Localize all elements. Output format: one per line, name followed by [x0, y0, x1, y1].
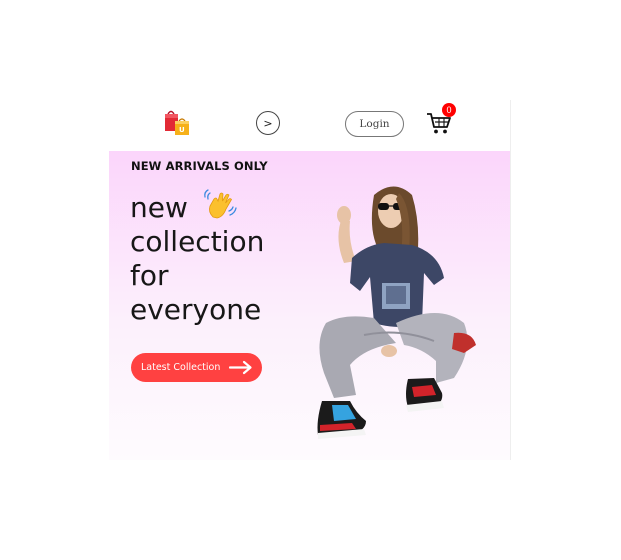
waving-hand-icon	[204, 189, 237, 219]
headline-line: for	[130, 259, 169, 292]
hero-kicker: NEW ARRIVALS ONLY	[131, 159, 268, 173]
hero-model-image	[317, 186, 476, 439]
svg-text:U: U	[179, 126, 185, 134]
login-button[interactable]: Login	[345, 111, 404, 137]
cta-label: Latest Collection	[141, 362, 221, 373]
hero-section: NEW ARRIVALS ONLY new collection for eve…	[109, 151, 510, 460]
headline-line: everyone	[130, 293, 262, 326]
cart-count-badge: 0	[442, 103, 456, 117]
page-frame: U > Login 0 NEW ARRIVALS ONLY new collec…	[109, 100, 511, 460]
headline-line: new	[130, 187, 264, 225]
headline-word: new	[130, 191, 188, 224]
arrow-right-icon	[229, 360, 252, 375]
menu-toggle-button[interactable]: >	[256, 111, 280, 135]
navbar: U > Login 0	[109, 100, 510, 151]
latest-collection-button[interactable]: Latest Collection	[131, 353, 262, 382]
headline-line: collection	[130, 225, 265, 258]
shopping-bag-icon[interactable]: U	[162, 108, 192, 138]
hero-headline: new collection for everyone	[130, 187, 264, 327]
